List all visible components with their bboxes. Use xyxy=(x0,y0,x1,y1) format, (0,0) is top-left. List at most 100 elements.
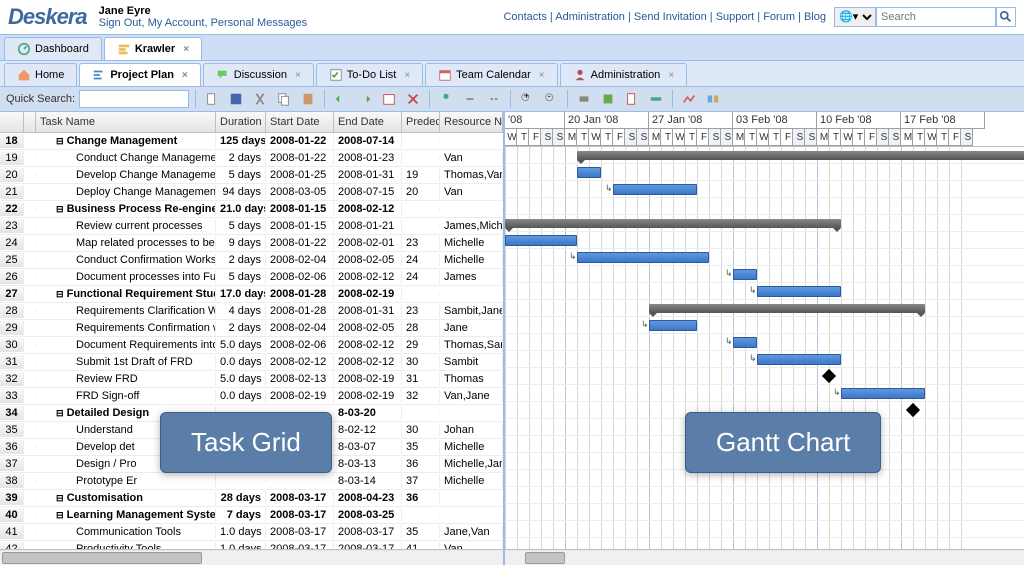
subtab-home[interactable]: Home xyxy=(4,63,77,86)
quick-search-input[interactable] xyxy=(79,90,189,108)
table-row[interactable]: 20 Develop Change Management Plan5 days2… xyxy=(0,167,503,184)
predecessor-cell[interactable]: 36 xyxy=(402,491,440,505)
gantt-row[interactable]: ↳ xyxy=(505,283,1024,300)
duration-cell[interactable]: 5 days xyxy=(216,168,266,182)
toolbar-new-button[interactable] xyxy=(202,90,222,108)
forum-link[interactable]: Forum xyxy=(763,11,795,23)
start-date-cell[interactable]: 2008-01-15 xyxy=(266,219,334,233)
toolbar-compare-button[interactable] xyxy=(703,90,723,108)
predecessor-cell[interactable]: 41 xyxy=(402,542,440,549)
duration-cell[interactable]: 0.0 days xyxy=(216,389,266,403)
end-date-cell[interactable]: 2008-02-05 xyxy=(334,253,402,267)
start-date-cell[interactable]: 2008-02-06 xyxy=(266,338,334,352)
end-date-cell[interactable]: 2008-02-19 xyxy=(334,372,402,386)
resource-cell[interactable]: Jane xyxy=(440,321,503,335)
grid-body[interactable]: 18⊟ Change Management125 days2008-01-222… xyxy=(0,133,503,549)
gantt-row[interactable]: ↳ xyxy=(505,249,1024,266)
end-date-cell[interactable]: 2008-01-31 xyxy=(334,168,402,182)
end-date-cell[interactable]: 2008-02-12 xyxy=(334,202,402,216)
administration-link[interactable]: Administration xyxy=(555,11,625,23)
gantt-row[interactable]: ↳ xyxy=(505,181,1024,198)
gantt-row[interactable]: ↳ xyxy=(505,317,1024,334)
gantt-task-bar[interactable] xyxy=(505,235,577,246)
gantt-row[interactable] xyxy=(505,164,1024,181)
table-row[interactable]: 35 Understand8-02-1230Johan xyxy=(0,422,503,439)
table-row[interactable]: 38 Prototype Er8-03-1437Michelle xyxy=(0,473,503,490)
predecessor-cell[interactable]: 37 xyxy=(402,474,440,488)
resource-cell[interactable]: Michelle,Jane xyxy=(440,457,503,471)
table-row[interactable]: 22⊟ Business Process Re-engineering21.0 … xyxy=(0,201,503,218)
start-date-cell[interactable]: 2008-02-13 xyxy=(266,372,334,386)
toolbar-cut-button[interactable] xyxy=(250,90,270,108)
resource-cell[interactable]: Van xyxy=(440,542,503,549)
duration-cell[interactable]: 94 days xyxy=(216,185,266,199)
table-row[interactable]: 40⊟ Learning Management System7 days2008… xyxy=(0,507,503,524)
task-name-cell[interactable]: Document Requirements into FRD xyxy=(36,338,216,352)
start-date-cell[interactable]: 2008-02-12 xyxy=(266,355,334,369)
start-date-cell[interactable] xyxy=(266,463,334,465)
predecessor-cell[interactable]: 20 xyxy=(402,185,440,199)
gantt-task-bar[interactable] xyxy=(757,354,841,365)
predecessor-cell[interactable]: 23 xyxy=(402,236,440,250)
start-date-cell[interactable] xyxy=(266,412,334,414)
predecessor-cell[interactable]: 35 xyxy=(402,525,440,539)
duration-cell[interactable] xyxy=(216,463,266,465)
duration-cell[interactable] xyxy=(216,412,266,414)
task-name-cell[interactable]: Review FRD xyxy=(36,372,216,386)
gantt-row[interactable] xyxy=(505,232,1024,249)
end-date-cell[interactable]: 2008-02-12 xyxy=(334,338,402,352)
collapse-icon[interactable]: ⊟ xyxy=(56,493,64,503)
task-name-cell[interactable]: ⊟ Change Management xyxy=(36,134,216,148)
task-name-cell[interactable]: ⊟ Detailed Design xyxy=(36,406,216,420)
gantt-summary-bar[interactable] xyxy=(577,151,1024,160)
table-row[interactable]: 41 Communication Tools1.0 days2008-03-17… xyxy=(0,524,503,541)
table-row[interactable]: 24 Map related processes to best p9 days… xyxy=(0,235,503,252)
table-row[interactable]: 29 Requirements Confirmation work2 days2… xyxy=(0,320,503,337)
predecessor-cell[interactable]: 36 xyxy=(402,457,440,471)
start-date-cell[interactable]: 2008-01-22 xyxy=(266,134,334,148)
end-date-cell[interactable]: 8-03-07 xyxy=(334,440,402,454)
table-row[interactable]: 34⊟ Detailed Design8-03-20 xyxy=(0,405,503,422)
col-predecessor[interactable]: Predec xyxy=(402,112,440,132)
start-date-cell[interactable]: 2008-02-04 xyxy=(266,253,334,267)
table-row[interactable]: 30 Document Requirements into FRD5.0 day… xyxy=(0,337,503,354)
toolbar-zoomout-button[interactable]: - xyxy=(541,90,561,108)
close-icon[interactable]: × xyxy=(668,70,674,81)
col-start-date[interactable]: Start Date xyxy=(266,112,334,132)
resource-cell[interactable]: Michelle xyxy=(440,253,503,267)
col-resource[interactable]: Resource Names xyxy=(440,112,503,132)
table-row[interactable]: 36 Develop det8-03-0735Michelle xyxy=(0,439,503,456)
personal-messages-link[interactable]: Personal Messages xyxy=(211,17,308,29)
search-button[interactable] xyxy=(996,7,1016,27)
send-invitation-link[interactable]: Send Invitation xyxy=(634,11,707,23)
end-date-cell[interactable]: 2008-03-17 xyxy=(334,542,402,549)
predecessor-cell[interactable] xyxy=(402,225,440,227)
end-date-cell[interactable]: 2008-01-21 xyxy=(334,219,402,233)
start-date-cell[interactable]: 2008-01-25 xyxy=(266,168,334,182)
task-name-cell[interactable]: FRD Sign-off xyxy=(36,389,216,403)
predecessor-cell[interactable]: 19 xyxy=(402,168,440,182)
duration-cell[interactable]: 2 days xyxy=(216,151,266,165)
table-row[interactable]: 18⊟ Change Management125 days2008-01-222… xyxy=(0,133,503,150)
close-icon[interactable]: × xyxy=(182,70,188,81)
predecessor-cell[interactable] xyxy=(402,514,440,516)
predecessor-cell[interactable] xyxy=(402,293,440,295)
gantt-body[interactable]: ↳↳↳↳↳↳↳↳↳↳↳↳ xyxy=(505,147,1024,549)
toolbar-copy-button[interactable] xyxy=(274,90,294,108)
table-row[interactable]: 31 Submit 1st Draft of FRD0.0 days2008-0… xyxy=(0,354,503,371)
task-name-cell[interactable]: Design / Pro xyxy=(36,457,216,471)
duration-cell[interactable]: 28 days xyxy=(216,491,266,505)
gantt-row[interactable] xyxy=(505,453,1024,470)
support-link[interactable]: Support xyxy=(716,11,755,23)
predecessor-cell[interactable]: 30 xyxy=(402,355,440,369)
start-date-cell[interactable]: 2008-03-17 xyxy=(266,542,334,549)
gantt-task-bar[interactable] xyxy=(649,320,697,331)
toolbar-progress-button[interactable] xyxy=(646,90,666,108)
end-date-cell[interactable]: 8-03-14 xyxy=(334,474,402,488)
col-duration[interactable]: Duration xyxy=(216,112,266,132)
table-row[interactable]: 23 Review current processes5 days2008-01… xyxy=(0,218,503,235)
resource-cell[interactable] xyxy=(440,140,503,142)
task-name-cell[interactable]: Requirements Confirmation work xyxy=(36,321,216,335)
task-name-cell[interactable]: Prototype Er xyxy=(36,474,216,488)
gantt-row[interactable]: ↳ xyxy=(505,198,1024,215)
